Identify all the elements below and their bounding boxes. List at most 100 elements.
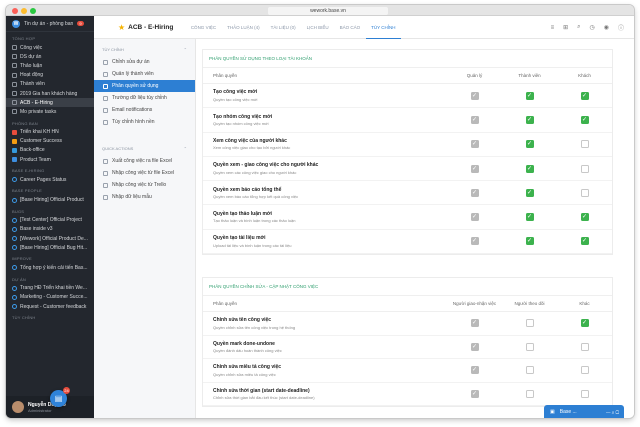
- sidebar-item[interactable]: Request - Customer feedback: [6, 302, 94, 311]
- permission-checkbox[interactable]: ✓: [580, 91, 589, 100]
- checkbox-cell: ✓: [502, 188, 557, 197]
- tab-item[interactable]: TÙY CHỈNH: [365, 16, 402, 39]
- column-header: Thành viên: [518, 73, 541, 78]
- menu-item[interactable]: Xuất công việc ra file Excel: [94, 155, 195, 167]
- permission-checkbox[interactable]: [525, 366, 534, 375]
- permission-checkbox[interactable]: [580, 140, 589, 149]
- maximize-window-icon[interactable]: [30, 8, 36, 14]
- close-window-icon[interactable]: [12, 8, 18, 14]
- project-title: ACB - E-Hiring: [128, 23, 174, 31]
- permission-description: Quyền tạo công việc mới: [213, 96, 258, 102]
- permission-title: Quyền tạo thảo luận mới: [213, 210, 272, 217]
- sidebar-item[interactable]: Triển khai KH HN: [6, 128, 94, 137]
- table-row: Tạo nhóm công việc mới Quyền tạo nhóm côn…: [203, 108, 612, 133]
- sidebar-workspace[interactable]: W Tin dự án - phòng ban 9: [6, 16, 94, 32]
- chevron-up-icon[interactable]: ⌃: [184, 146, 187, 151]
- permission-checkbox[interactable]: [525, 389, 534, 398]
- tab-item[interactable]: THẢO LUẬN (4): [222, 16, 266, 39]
- permission-checkbox[interactable]: ✓: [525, 91, 534, 100]
- sidebar-item[interactable]: Base inside v3: [6, 225, 94, 234]
- sidebar-item[interactable]: Career Pages Status: [6, 175, 94, 184]
- permission-checkbox[interactable]: [580, 342, 589, 351]
- location-icon[interactable]: ◉: [604, 24, 609, 31]
- sidebar-item[interactable]: Trang HĐ Triển khai tiền We...: [6, 284, 94, 293]
- permission-checkbox[interactable]: ✓: [525, 140, 534, 149]
- sidebar-item[interactable]: Customer Success: [6, 137, 94, 146]
- tab-item[interactable]: TÀI LIỆU (0): [265, 16, 301, 39]
- menu-item[interactable]: Nhập công việc từ Trello: [94, 179, 195, 191]
- sidebar-item[interactable]: Thảo luận: [6, 61, 94, 70]
- permission-checkbox[interactable]: [525, 342, 534, 351]
- sidebar-item[interactable]: [Base Hiring] Official Bug Hit...: [6, 243, 94, 252]
- menu-item[interactable]: Phân quyền sử dụng: [94, 80, 195, 92]
- info-icon[interactable]: ⓘ: [618, 23, 624, 32]
- permission-checkbox[interactable]: ✓: [580, 237, 589, 246]
- permission-description: Quyền đánh dấu hoàn thành công việc: [213, 348, 282, 353]
- permission-title: Chỉnh sửa thời gian (start date-deadline…: [213, 387, 310, 394]
- grid-icon[interactable]: ⊞: [563, 24, 568, 31]
- tab-item[interactable]: CÔNG VIỆC: [185, 16, 221, 39]
- permission-checkbox[interactable]: ✓: [525, 213, 534, 222]
- sidebar-item[interactable]: DS dự án: [6, 52, 94, 61]
- url-bar[interactable]: wework.base.vn: [268, 7, 388, 15]
- sidebar-item[interactable]: [Wework] Official Product De...: [6, 234, 94, 243]
- dept-icon: [12, 157, 17, 163]
- chat-widget[interactable]: ▣ Base ... — ⌕ ▢: [544, 405, 624, 418]
- permission-checkbox[interactable]: ✓: [525, 115, 534, 124]
- tab-item[interactable]: LỊCH BIỂU: [301, 16, 334, 39]
- sidebar-item[interactable]: Hoạt động: [6, 71, 94, 80]
- menu-item[interactable]: Tùy chỉnh hình nền: [94, 116, 195, 128]
- sidebar-item[interactable]: 2019 Gia han khách hàng: [6, 89, 94, 98]
- menu-item[interactable]: Quản lý thành viên: [94, 68, 195, 80]
- menu-item[interactable]: Nhập công việc từ file Excel: [94, 167, 195, 179]
- permission-checkbox[interactable]: [580, 188, 589, 197]
- sidebar-item[interactable]: Product Team: [6, 155, 94, 164]
- permission-checkbox[interactable]: ✓: [580, 213, 589, 222]
- sidebar-item[interactable]: Back-office: [6, 146, 94, 155]
- chevron-up-icon[interactable]: ⌃: [184, 47, 187, 52]
- sidebar-item[interactable]: Mo private tasks: [6, 107, 94, 116]
- table-row: Quyền tạo tài liệu mới Upload tài liệu và…: [203, 230, 612, 255]
- checkbox-cell: ✓: [447, 342, 502, 351]
- permission-checkbox[interactable]: [525, 319, 534, 328]
- edit-icon: [103, 59, 108, 65]
- permission-description: Upload tài liệu và bình luận trong các t…: [213, 242, 292, 248]
- menu-item[interactable]: Trường dữ liệu tùy chỉnh: [94, 92, 195, 104]
- checkbox-cell: ✓: [557, 115, 612, 124]
- table-row: Chỉnh sửa miêu tả công việc Quyền chỉnh s…: [203, 359, 612, 383]
- permission-checkbox[interactable]: ✓: [525, 237, 534, 246]
- sidebar-item[interactable]: Thành viên: [6, 80, 94, 89]
- sidebar-item[interactable]: Tổng hợp ý kiến cải tiến Bas...: [6, 263, 94, 272]
- permission-description: Quyền chỉnh sửa miêu tả công việc: [213, 371, 276, 377]
- chat-controls-icon[interactable]: — ⌕ ▢: [606, 410, 619, 415]
- menu-item-label: Trường dữ liệu tùy chỉnh: [112, 95, 167, 101]
- sidebar-item[interactable]: [Test Center] Official Project: [6, 216, 94, 225]
- search-icon[interactable]: ⌕: [577, 24, 580, 31]
- sidebar-item[interactable]: Marketing - Customer Succe...: [6, 293, 94, 302]
- permission-checkbox[interactable]: [580, 164, 589, 173]
- permission-checkbox[interactable]: ✓: [525, 164, 534, 173]
- sidebar-item[interactable]: [Base Hiring] Official Product: [6, 195, 94, 204]
- minimize-window-icon[interactable]: [21, 8, 27, 14]
- menu-item[interactable]: Chỉnh sửa dự án: [94, 56, 195, 68]
- clock-icon[interactable]: ◷: [589, 24, 594, 31]
- menu-item[interactable]: Nhập dữ liệu mẫu: [94, 191, 195, 203]
- checkbox-cell: [557, 140, 612, 149]
- permission-checkbox[interactable]: [580, 366, 589, 375]
- activity-icon: [12, 72, 17, 78]
- email-icon: [103, 107, 108, 113]
- menu-icon[interactable]: ≡: [551, 25, 555, 31]
- sidebar-item[interactable]: Công việc: [6, 43, 94, 52]
- sidebar-item[interactable]: ACB - E-Hiring: [6, 98, 94, 108]
- permission-checkbox[interactable]: ✓: [580, 115, 589, 124]
- tab-item[interactable]: BÁO CÁO: [334, 16, 366, 39]
- menu-item-label: Nhập công việc từ file Excel: [112, 170, 174, 176]
- column-header: Quản lý: [466, 73, 483, 78]
- permission-checkbox[interactable]: ✓: [525, 188, 534, 197]
- avatar[interactable]: [12, 401, 24, 413]
- sidebar-item-label: Công việc: [20, 44, 43, 51]
- permission-checkbox[interactable]: ✓: [580, 319, 589, 328]
- permission-checkbox[interactable]: [580, 389, 589, 398]
- menu-item[interactable]: Email notifications: [94, 104, 195, 116]
- star-icon[interactable]: ★: [118, 23, 125, 32]
